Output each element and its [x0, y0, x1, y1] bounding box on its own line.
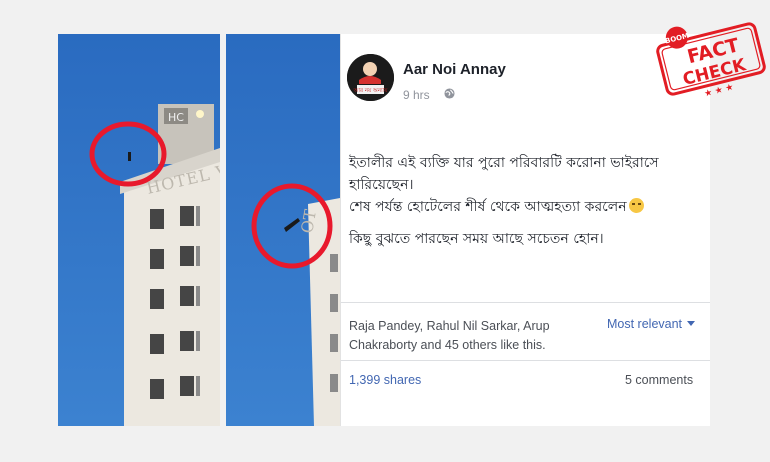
post-body: ইতালীর এই ব্যক্তি যার পুরো পরিবারটি করোন…: [349, 152, 705, 250]
post-timestamp[interactable]: 9 hrs: [403, 88, 430, 102]
post-line-2-wrap: শেষ পর্যন্ত হোটেলের শীর্ষ থেকে আত্মহত্যা…: [349, 196, 705, 218]
photo-right: ОТ: [226, 34, 340, 426]
post-line-2: শেষ পর্যন্ত হোটেলের শীর্ষ থেকে আত্মহত্যা…: [349, 199, 627, 215]
avatar-text: আর নয় অন্যায়: [353, 88, 389, 94]
rooftop-sign: НС: [168, 111, 184, 124]
divider-bottom: [341, 360, 710, 361]
chevron-down-icon: [687, 321, 696, 326]
avatar-image: আর নয় অন্যায়: [347, 54, 394, 101]
globe-icon: [444, 88, 455, 99]
sort-label: Most relevant: [607, 317, 683, 331]
person-figure: [128, 152, 131, 161]
photo-left: НС HOTEL VALEN: [58, 34, 220, 426]
divider-top: [341, 302, 710, 303]
page-name[interactable]: Aar Noi Annay: [403, 61, 506, 78]
sad-face-emoji: [628, 198, 644, 213]
photo-right-svg: ОТ: [226, 34, 340, 426]
likes-summary[interactable]: Raja Pandey, Rahul Nil Sarkar, Arup Chak…: [349, 317, 589, 355]
page-avatar[interactable]: আর নয় অন্যায়: [347, 54, 394, 101]
photo-left-svg: НС HOTEL VALEN: [58, 34, 220, 426]
sort-dropdown[interactable]: Most relevant: [607, 317, 696, 331]
shares-link[interactable]: 1,399 shares: [349, 373, 421, 387]
post-line-3: কিছু বুঝতে পারছেন সময় আছে সচেতন হোন।: [349, 231, 604, 247]
fact-check-stamp: BOOM FACT CHECK ★ ★ ★: [656, 22, 766, 99]
comments-link[interactable]: 5 comments: [625, 373, 693, 387]
post-line-1: ইতালীর এই ব্যক্তি যার পুরো পরিবারটি করোন…: [349, 155, 659, 193]
building: [124, 152, 220, 426]
